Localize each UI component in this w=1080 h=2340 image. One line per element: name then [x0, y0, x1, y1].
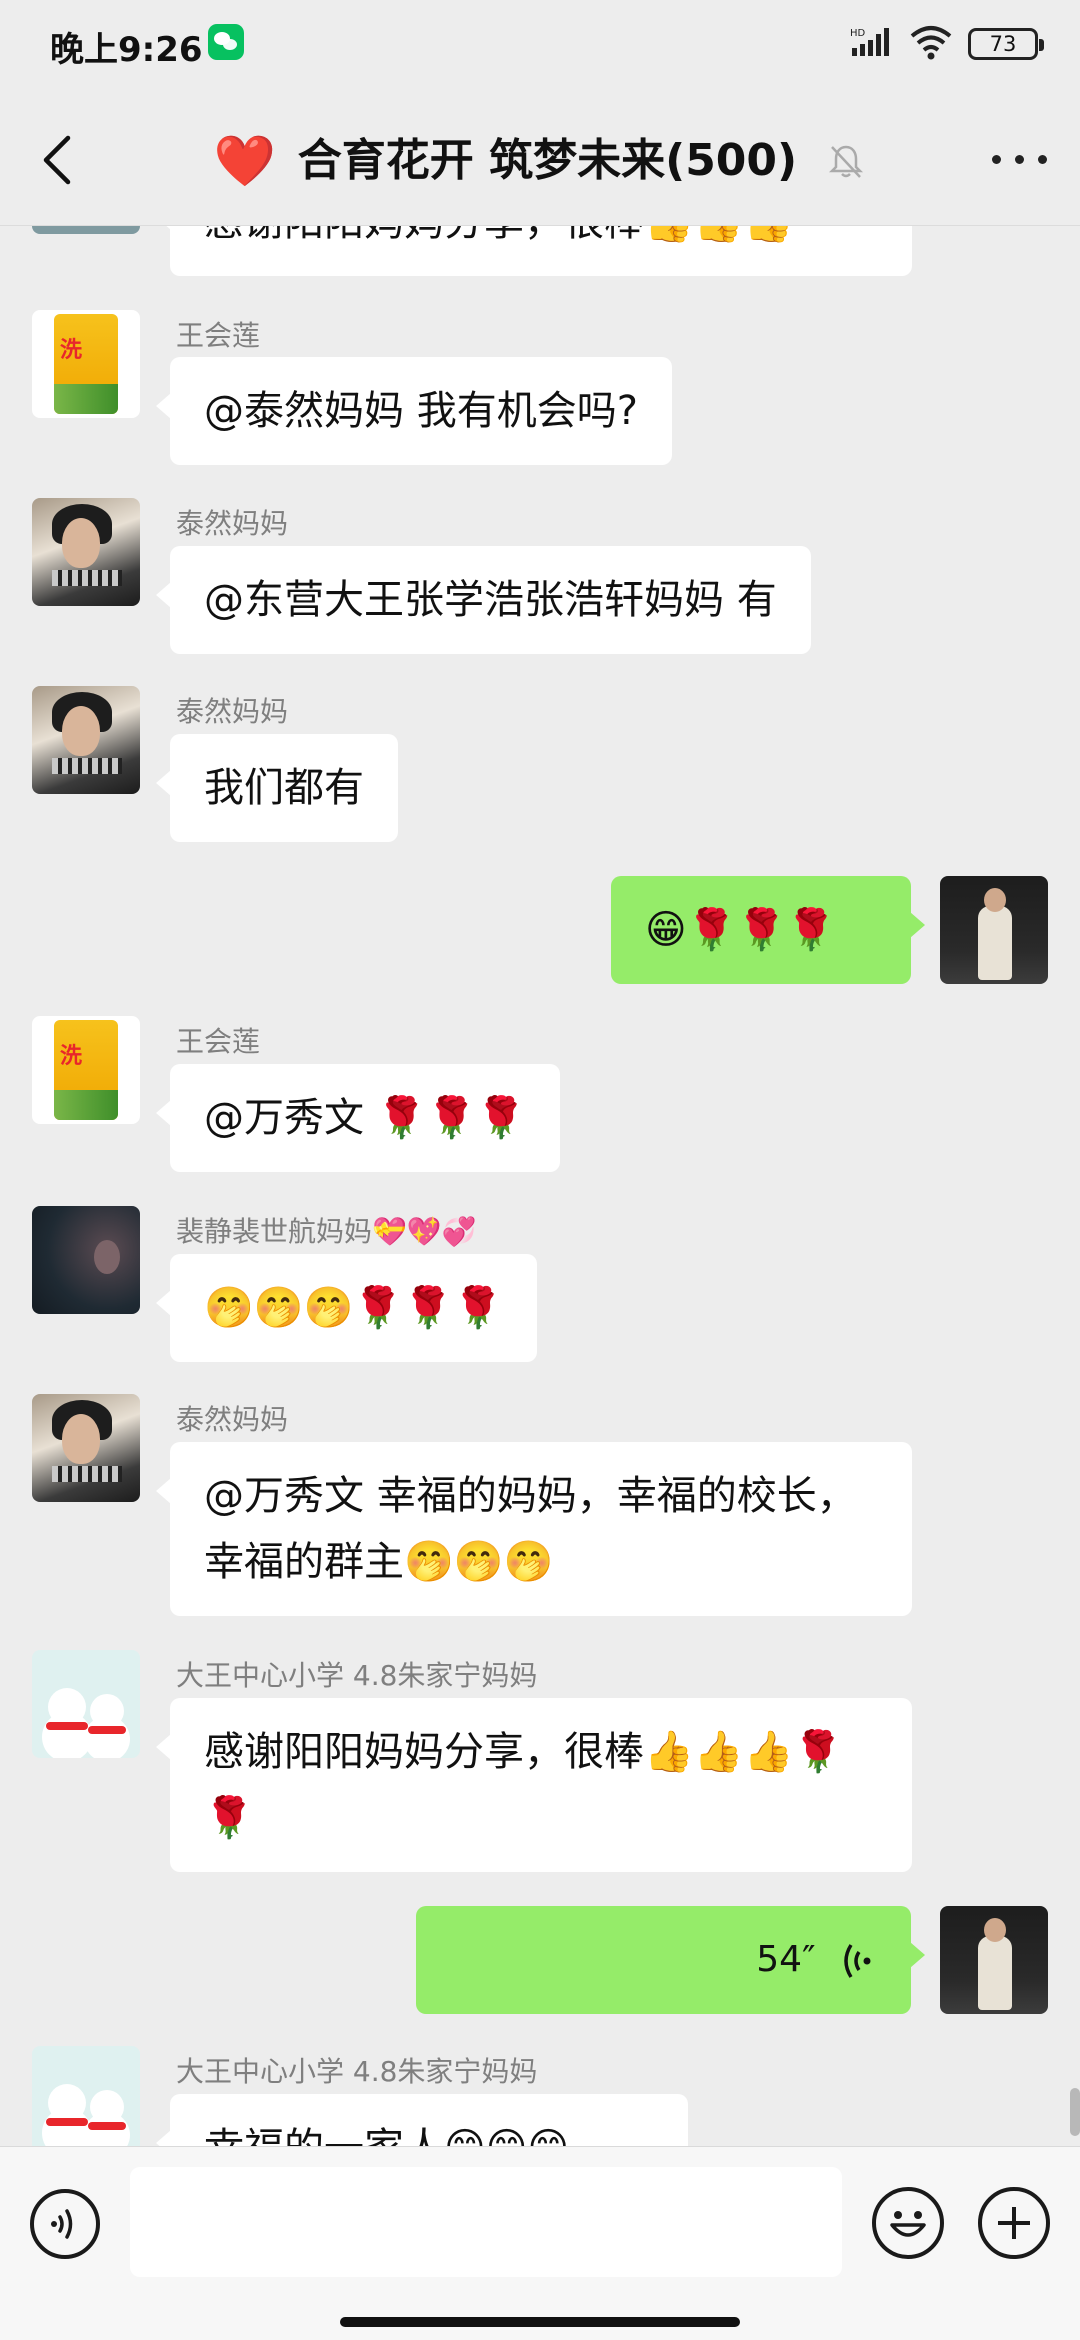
rice-bag-avatar[interactable] [32, 310, 140, 418]
battery-icon: 73 [968, 28, 1044, 60]
voice-message-bubble[interactable]: 54″ [416, 1906, 925, 2014]
dark-photo-avatar[interactable] [32, 1206, 140, 1314]
message-bubble[interactable]: 🤭🤭🤭🌹🌹🌹 [156, 1254, 537, 1362]
message-text: @万秀文 幸福的妈妈，幸福的校长，幸福的群主🤭🤭🤭 [204, 1473, 857, 1585]
message-text: 感谢阳阳妈妈分享，很棒👍👍👍 [204, 226, 793, 245]
my-message-bubble[interactable]: 😁🌹🌹🌹 [611, 876, 925, 984]
snowman-avatar[interactable] [32, 2046, 140, 2146]
message-text: @万秀文 🌹🌹🌹 [204, 1095, 527, 1141]
message-list[interactable]: 感谢阳阳妈妈分享，很棒👍👍👍 王会莲 @泰然妈妈 我有机会吗? 泰然妈妈 @东营… [0, 226, 1080, 2146]
sender-name: 大王中心小学 4.8朱家宁妈妈 [176, 1659, 538, 1692]
woman-avatar[interactable] [32, 498, 140, 606]
home-indicator[interactable] [340, 2317, 740, 2327]
status-bar: 晚上9:26 HD 73 [0, 0, 1080, 92]
plus-icon [998, 2207, 1030, 2239]
signal-icon: HD [850, 28, 889, 56]
heart-emoji: ❤️ [213, 132, 276, 190]
scrollbar-thumb[interactable] [1070, 2088, 1080, 2136]
rice-bag-avatar[interactable] [32, 1016, 140, 1124]
message-bubble[interactable]: 幸福的一家人😊😊😊 [156, 2094, 688, 2146]
message-input[interactable] [130, 2167, 842, 2277]
sender-name: 王会莲 [176, 319, 261, 352]
emoji-button[interactable] [872, 2187, 944, 2259]
message-bubble[interactable]: @泰然妈妈 我有机会吗? [156, 357, 672, 465]
more-functions-button[interactable] [978, 2187, 1050, 2259]
my-avatar[interactable] [940, 1906, 1048, 2014]
sender-name: 泰然妈妈 [176, 695, 289, 728]
input-bar [0, 2146, 1080, 2340]
message-bubble[interactable]: @万秀文 幸福的妈妈，幸福的校长，幸福的群主🤭🤭🤭 [156, 1442, 912, 1616]
message-bubble[interactable]: @万秀文 🌹🌹🌹 [155, 1064, 561, 1172]
voice-input-button[interactable] [30, 2189, 100, 2259]
sender-name: 裴静裴世航妈妈💝💖💞 [176, 1215, 477, 1248]
sender-name: 泰然妈妈 [176, 1403, 289, 1436]
message-text: 幸福的一家人😊😊😊 [204, 2125, 569, 2146]
battery-level: 73 [989, 32, 1017, 56]
snowman-avatar[interactable] [32, 1650, 140, 1758]
wifi-icon [910, 26, 952, 60]
voice-duration: 54″ [756, 1939, 816, 1980]
voice-wave-icon [844, 1944, 871, 1978]
woman-avatar[interactable] [32, 686, 140, 794]
smiley-icon [890, 2211, 926, 2237]
svg-text:HD: HD [850, 28, 866, 39]
my-avatar[interactable] [940, 876, 1048, 984]
message-bubble[interactable]: 感谢阳阳妈妈分享，很棒👍👍👍 [156, 226, 912, 276]
mute-bell-icon [829, 145, 864, 178]
message-text: @泰然妈妈 我有机会吗? [204, 388, 638, 434]
chat-title-area: ❤️ 合育花开 筑梦未来(500) [0, 92, 1080, 226]
message-text: @东营大王张学浩张浩轩妈妈 有 [204, 577, 777, 623]
sender-name: 大王中心小学 4.8朱家宁妈妈 [176, 2055, 538, 2088]
message-text: 😁🌹🌹🌹 [645, 907, 837, 953]
chat-title: 合育花开 筑梦未来(500) [297, 134, 798, 186]
avatar[interactable] [32, 226, 140, 234]
message-bubble[interactable]: 感谢阳阳妈妈分享，很棒👍👍👍🌹🌹 [156, 1698, 912, 1872]
woman-avatar[interactable] [32, 1394, 140, 1502]
message-bubble[interactable]: @东营大王张学浩张浩轩妈妈 有 [156, 546, 811, 654]
status-time: 晚上9:26 [50, 30, 203, 70]
message-text: 🤭🤭🤭🌹🌹🌹 [204, 1285, 503, 1331]
chat-header: ❤️ 合育花开 筑梦未来(500) [0, 92, 1080, 226]
sender-name: 泰然妈妈 [176, 507, 289, 540]
voice-input-icon [51, 2209, 73, 2239]
wechat-notification-icon [208, 24, 244, 60]
message-text: 我们都有 [204, 765, 364, 811]
message-text: 感谢阳阳妈妈分享，很棒👍👍👍🌹🌹 [204, 1729, 844, 1841]
sender-name: 王会莲 [176, 1025, 261, 1058]
message-bubble[interactable]: 我们都有 [156, 734, 398, 842]
more-options-icon[interactable] [988, 142, 1052, 176]
